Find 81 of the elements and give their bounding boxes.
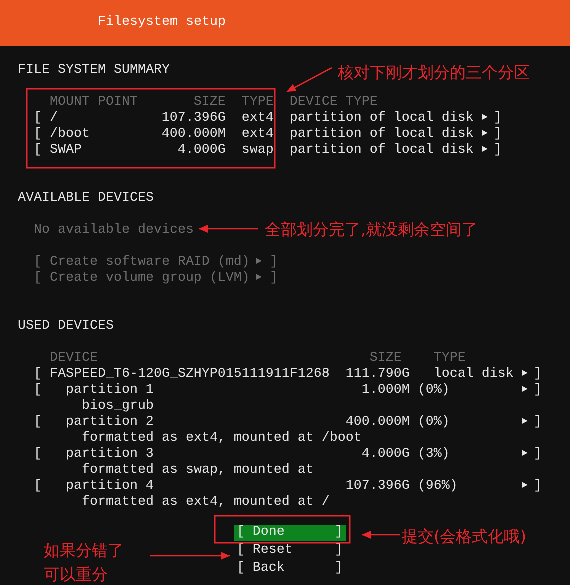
bracket: ] [534,415,542,431]
bracket: ] [494,111,502,127]
bracket: ] [270,271,278,287]
expand-marker[interactable]: ► [522,383,534,399]
expand-marker[interactable]: ► [522,447,534,463]
section-heading: USED DEVICES [18,319,114,335]
partition-detail: formatted as ext4, mounted at / [82,495,330,511]
expand-marker[interactable]: ► [482,143,494,159]
size-cell-text: 1.000M [360,383,410,399]
column-header: TYPE [434,351,466,367]
bracket: ] [494,143,502,159]
bracket: ] [270,255,278,271]
bracket: ] [534,383,542,399]
mount-point[interactable]: SWAP [50,143,146,159]
size-cell: 107.396G [346,479,410,495]
expand-marker[interactable]: ► [482,111,494,127]
bracket: [ [34,143,43,159]
partition-name[interactable]: partition 1 [66,383,154,399]
bracket: [ [34,127,43,143]
arrow [199,225,258,233]
type-cell-text: local disk [434,367,515,383]
partition-name[interactable]: partition 4 [66,479,154,495]
section-heading: FILE SYSTEM SUMMARY [18,63,170,79]
column-header: MOUNT POINT [50,95,139,111]
bracket: ] [534,367,542,383]
partition-name[interactable]: partition 2 [66,415,154,431]
column-header: SIZE [368,351,402,367]
partition-name[interactable]: partition 3 [66,447,154,463]
partition-detail: bios_grub [82,399,154,415]
column-header: SIZE [192,95,226,111]
usage-cell-text: (0%) [418,383,451,399]
bracket: [ [34,447,43,463]
size-cell: 400.000M [346,415,410,431]
expand-marker[interactable]: ► [522,479,534,495]
menu-button[interactable]: [ Done ] [234,525,346,541]
device-type-cell-text: partition of local disk [290,127,475,143]
bracket: [ [34,111,43,127]
bracket: [ [34,255,43,271]
usage-cell-text: (3%) [418,447,451,463]
annotation-text: 提交(会格式化哦) [402,526,526,548]
bracket: [ [34,271,43,287]
bracket: [ [34,383,43,399]
annotation-text: 全部划分完了,就没剩余空间了 [265,219,478,241]
bracket: ] [534,447,542,463]
menu-button[interactable]: [ Back ] [234,561,346,577]
column-header: DEVICE [50,351,99,367]
menu-button[interactable]: [ Reset ] [234,543,346,559]
window-title: Filesystem setup [98,15,226,31]
mount-point[interactable]: /boot [50,127,146,143]
usage-cell-text: (0%) [418,415,451,431]
partition-detail: formatted as swap, mounted at [82,463,314,479]
type-cell: ext4 [242,127,274,143]
type-cell: ext4 [242,111,274,127]
bracket: [ [34,479,43,495]
bracket: ] [494,127,502,143]
expand-marker[interactable]: ► [522,367,534,383]
size-cell-text: 400.000M [160,127,226,143]
device-type-cell-text: partition of local disk [290,143,475,159]
arrow [362,531,400,539]
annotation-text: 核对下刚才划分的三个分区 [338,62,530,84]
expand-marker[interactable]: ► [522,415,534,431]
annotation-text: 如果分错了 可以重分 [44,540,124,585]
device-type-cell-text: partition of local disk [290,111,475,127]
usage-cell-text: (96%) [418,479,459,495]
arrow [286,67,332,93]
size-cell: 111.790G [346,367,410,383]
empty-message: No available devices [34,223,194,239]
bracket: [ [34,415,43,431]
bracket: ] [534,479,542,495]
type-cell: swap [242,143,274,159]
expand-marker[interactable]: ► [482,127,494,143]
bracket: [ [34,367,43,383]
column-header: DEVICE TYPE [290,95,378,111]
section-heading: AVAILABLE DEVICES [18,191,154,207]
partition-detail: formatted as ext4, mounted at /boot [82,431,362,447]
size-cell-text: 107.396G [160,111,226,127]
size-cell-text: 4.000G [360,447,410,463]
column-header: TYPE [242,95,274,111]
mount-point[interactable]: / [50,111,146,127]
device-name[interactable]: FASPEED_T6-120G_SZHYP015111911F1268 [50,367,346,383]
size-cell-text: 4.000G [176,143,226,159]
